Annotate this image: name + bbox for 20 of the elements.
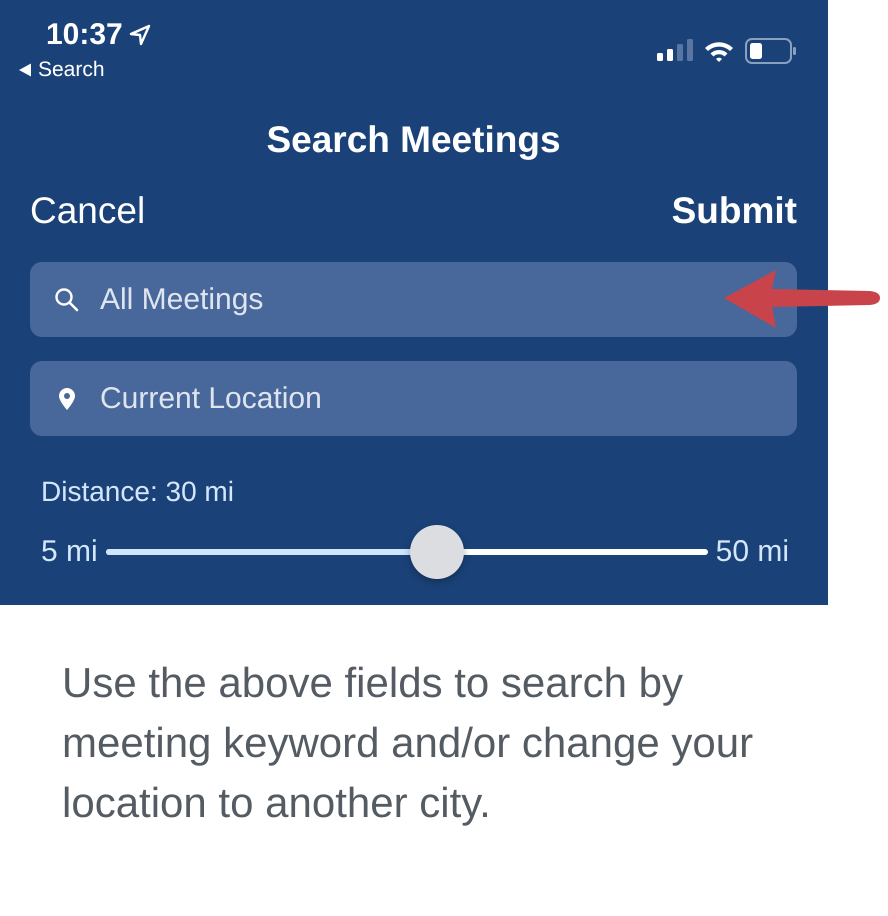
- search-icon: [54, 286, 80, 312]
- search-input[interactable]: All Meetings: [100, 282, 347, 316]
- location-field[interactable]: Current Location: [30, 361, 797, 436]
- status-time: 10:37: [46, 18, 123, 52]
- max-label: 50 mi: [716, 535, 789, 569]
- caption-text: Use the above fields to search by meeting keyword and/or change your location to another city.: [62, 658, 754, 828]
- min-label: 5 mi: [41, 535, 98, 569]
- battery-icon: [745, 38, 797, 64]
- signal-icon: [657, 39, 693, 63]
- slider-thumb[interactable]: [410, 525, 464, 579]
- distance-label: Distance: 30 mi: [41, 476, 235, 508]
- submit-button[interactable]: Submit: [672, 190, 797, 232]
- back-caret-icon[interactable]: [18, 63, 32, 77]
- distance-slider[interactable]: [106, 525, 708, 579]
- location-input[interactable]: Current Location: [100, 382, 416, 416]
- back-link[interactable]: Search: [38, 58, 105, 82]
- screen-title: Search Meetings: [265, 119, 562, 161]
- cancel-button[interactable]: Cancel: [30, 190, 146, 232]
- location-arrow-icon: [128, 24, 151, 46]
- search-field[interactable]: All Meetings: [30, 262, 797, 337]
